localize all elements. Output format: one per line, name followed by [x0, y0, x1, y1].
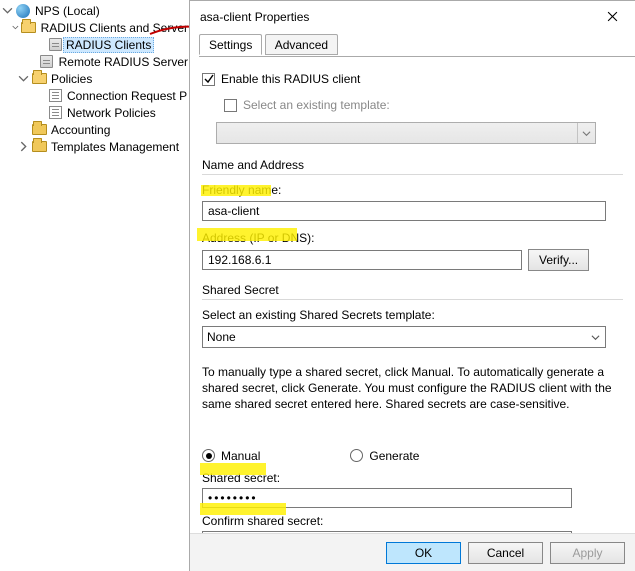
checkbox-icon: [224, 99, 237, 112]
confirm-secret-label: Confirm shared secret:: [202, 514, 623, 528]
expander-icon[interactable]: [18, 73, 29, 84]
tab-label: Advanced: [275, 38, 328, 52]
friendly-name-input[interactable]: [202, 201, 606, 221]
tree-policies[interactable]: Policies: [0, 70, 188, 87]
shared-template-label: Select an existing Shared Secrets templa…: [202, 308, 623, 322]
tree-label: Templates Management: [47, 140, 179, 154]
policy-icon: [47, 105, 63, 121]
checkbox-icon: [202, 73, 215, 86]
tree-accounting[interactable]: Accounting: [0, 121, 188, 138]
nps-tree: NPS (Local) RADIUS Clients and Server RA…: [0, 0, 189, 571]
tab-label: Settings: [209, 38, 252, 52]
tree-label: Accounting: [47, 123, 110, 137]
server-icon: [39, 54, 55, 70]
tree-label: NPS (Local): [31, 4, 100, 18]
tab-advanced[interactable]: Advanced: [265, 34, 338, 55]
server-icon: [47, 37, 63, 53]
tree-remote-radius-server[interactable]: Remote RADIUS Server: [0, 53, 188, 70]
tree-radius-clients[interactable]: RADIUS Clients: [0, 36, 188, 53]
tree-label: RADIUS Clients and Server: [37, 21, 188, 35]
tree-label: Connection Request P: [63, 89, 187, 103]
tree-radius-clients-servers[interactable]: RADIUS Clients and Server: [0, 19, 188, 36]
cancel-button[interactable]: Cancel: [468, 542, 543, 564]
button-label: OK: [415, 546, 432, 560]
friendly-name-label: Friendly name:: [202, 183, 623, 197]
tree-label: Network Policies: [63, 106, 156, 120]
close-button[interactable]: [590, 2, 635, 31]
policy-icon: [47, 88, 63, 104]
tree-label: Policies: [47, 72, 92, 86]
shared-secret-label: Shared secret:: [202, 471, 623, 485]
select-template-checkbox: Select an existing template:: [202, 96, 623, 114]
folder-closed-icon: [31, 122, 47, 138]
tab-settings[interactable]: Settings: [199, 34, 262, 55]
folder-closed-icon: [31, 139, 47, 155]
enable-client-checkbox[interactable]: Enable this RADIUS client: [202, 70, 623, 88]
tree-label: Remote RADIUS Server: [55, 55, 188, 69]
radio-label: Generate: [369, 449, 419, 463]
button-label: Cancel: [487, 546, 524, 560]
radio-label: Manual: [221, 449, 260, 463]
ok-button[interactable]: OK: [386, 542, 461, 564]
tree-templates-mgmt[interactable]: Templates Management: [0, 138, 188, 155]
nps-icon: [15, 3, 31, 19]
tree-root[interactable]: NPS (Local): [0, 2, 188, 19]
button-label: Apply: [572, 546, 602, 560]
dialog-footer: OK Cancel Apply: [190, 533, 635, 571]
shared-template-combobox[interactable]: None: [202, 326, 606, 348]
checkbox-label: Select an existing template:: [243, 98, 390, 112]
verify-button[interactable]: Verify...: [528, 249, 589, 271]
address-label: Address (IP or DNS):: [202, 231, 623, 245]
close-icon: [607, 11, 618, 22]
dialog-title: asa-client Properties: [200, 10, 590, 24]
expander-icon[interactable]: [12, 22, 19, 33]
radio-icon: [202, 449, 215, 462]
expander-icon[interactable]: [18, 141, 29, 152]
checkbox-label: Enable this RADIUS client: [221, 72, 360, 86]
folder-open-icon: [21, 20, 37, 36]
section-name-address: Name and Address: [202, 158, 623, 172]
tree-label: RADIUS Clients: [63, 37, 154, 53]
radio-icon: [350, 449, 363, 462]
folder-open-icon: [31, 71, 47, 87]
chevron-down-icon: [577, 123, 595, 143]
apply-button: Apply: [550, 542, 625, 564]
tree-connection-request[interactable]: Connection Request P: [0, 87, 188, 104]
combobox-value: None: [207, 330, 236, 344]
template-combobox: [216, 122, 596, 144]
radio-manual[interactable]: Manual: [202, 449, 260, 463]
properties-dialog: asa-client Properties Settings Advanced …: [189, 0, 635, 571]
address-input[interactable]: [202, 250, 522, 270]
titlebar: asa-client Properties: [190, 1, 635, 32]
chevron-down-icon: [587, 328, 603, 346]
section-shared-secret: Shared Secret: [202, 283, 623, 297]
tree-network-policies[interactable]: Network Policies: [0, 104, 188, 121]
help-text: To manually type a shared secret, click …: [202, 364, 623, 413]
radio-generate[interactable]: Generate: [350, 449, 419, 463]
button-label: Verify...: [539, 253, 578, 267]
shared-secret-input[interactable]: [202, 488, 572, 508]
expander-icon[interactable]: [2, 5, 13, 16]
